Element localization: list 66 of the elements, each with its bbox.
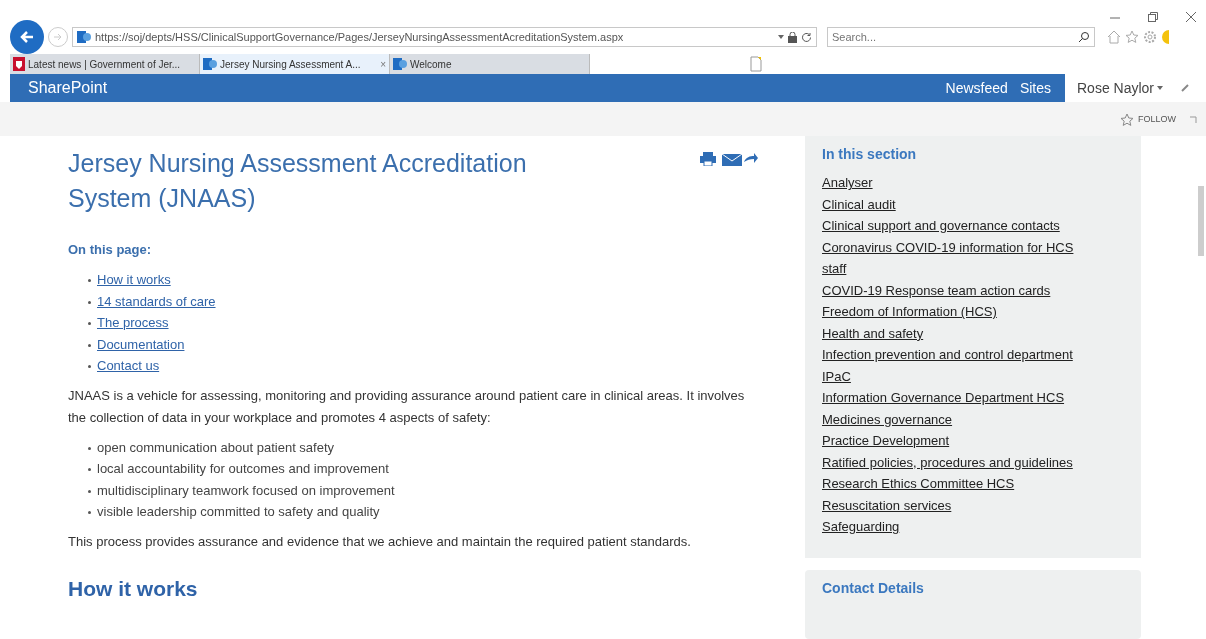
section-link[interactable]: Resuscitation services (822, 494, 1083, 516)
lock-icon (788, 31, 797, 43)
section-link[interactable]: Medicines governance (822, 408, 1083, 430)
search-box[interactable]: Search... (827, 27, 1095, 47)
section-link[interactable]: Health and safety (822, 322, 1083, 344)
forward-button[interactable] (48, 27, 68, 47)
toc-link[interactable]: Documentation (97, 333, 185, 355)
page-title: Jersey Nursing Assessment Accreditation System (JNAAS) (68, 148, 528, 214)
toc-link[interactable]: The process (97, 312, 169, 334)
back-arrow-icon (19, 29, 35, 45)
section-link[interactable]: Freedom of Information (HCS) (822, 301, 1083, 323)
sharepoint-icon (77, 30, 91, 44)
tab-close-button[interactable]: × (380, 58, 386, 70)
bullet-text: multidisciplinary teamwork focused on improvement (97, 481, 395, 500)
toc-link[interactable]: How it works (97, 269, 171, 291)
section-link[interactable]: Clinical support and governance contacts (822, 215, 1083, 237)
toc-link[interactable]: Contact us (97, 355, 160, 377)
home-icon (1107, 30, 1121, 44)
sharepoint-icon (393, 57, 407, 71)
browser-tab[interactable]: Welcome (390, 54, 590, 74)
intro-paragraph: JNAAS is a vehicle for assessing, monitoring and providing assurance around patient care in clinical areas. It involves the collection of data in your workplace and promotes 4 aspects of safety: (68, 386, 746, 427)
address-field[interactable]: https://soj/depts/HSS/ClinicalSupportGovernance/Pages/JerseyNursingAssessmentAcreditationSystem.aspx (72, 27, 817, 47)
search-field[interactable]: Search... (832, 31, 1078, 43)
bullet-text: visible leadership committed to safety and quality (97, 503, 380, 521)
refresh-icon (801, 31, 812, 43)
restore-icon (1148, 12, 1158, 22)
section-link[interactable]: COVID-19 Response team action cards (822, 279, 1083, 301)
body-paragraph: This process provides assurance and evidence that we achieve and maintain the required patient standards. (68, 532, 692, 551)
search-icon (1078, 31, 1090, 43)
section-link[interactable]: Analyser (822, 172, 1083, 194)
toc-link[interactable]: 14 standards of care (97, 290, 216, 312)
section-label: On this page: (68, 242, 153, 257)
brand-name[interactable]: SharePoint (28, 79, 934, 97)
forward-arrow-icon (53, 32, 63, 42)
print-icon (700, 152, 716, 166)
new-tab-icon (750, 56, 762, 72)
star-icon (1120, 112, 1134, 126)
settings-icon (1143, 30, 1157, 44)
close-icon (1186, 12, 1196, 22)
email-icon (722, 152, 758, 166)
sharepoint-icon (203, 57, 217, 71)
section-link[interactable]: Safeguarding (822, 516, 1083, 538)
back-button[interactable] (10, 20, 44, 54)
dropdown-icon (778, 35, 784, 39)
section-link[interactable]: Coronavirus COVID-19 information for HCS staff (822, 236, 1083, 280)
browser-tab[interactable]: Latest news | Government of Jer... (10, 54, 200, 74)
panel-heading: Contact Details (822, 579, 925, 596)
panel-heading: In this section (822, 146, 918, 162)
section-link[interactable]: Information Governance Department HCS (822, 387, 1083, 409)
section-link[interactable]: Research Ethics Committee HCS (822, 473, 1083, 495)
nav-link[interactable]: Sites (1019, 80, 1051, 96)
crest-icon (13, 57, 25, 71)
section-heading: How it works (68, 576, 199, 601)
follow-button[interactable]: FOLLOW (1120, 112, 1176, 126)
section-link[interactable]: Clinical audit (822, 193, 1083, 215)
user-menu[interactable]: Rose Naylor (1077, 80, 1164, 96)
section-link[interactable]: Ratified policies, procedures and guidelines (822, 451, 1083, 473)
bullet-text: open communication about patient safety (97, 438, 335, 457)
browser-tab[interactable]: Jersey Nursing Assessment A... × (200, 54, 390, 74)
bullet-text: local accountability for outcomes and improvement (97, 460, 389, 478)
section-link[interactable]: IPaC (822, 365, 1083, 387)
nav-link[interactable]: Newsfeed (945, 80, 1008, 96)
section-link[interactable]: Practice Development (822, 430, 1083, 452)
section-link[interactable]: Infection prevention and control department (822, 344, 1083, 366)
star-icon (1125, 30, 1139, 44)
caret-icon (1157, 86, 1164, 90)
